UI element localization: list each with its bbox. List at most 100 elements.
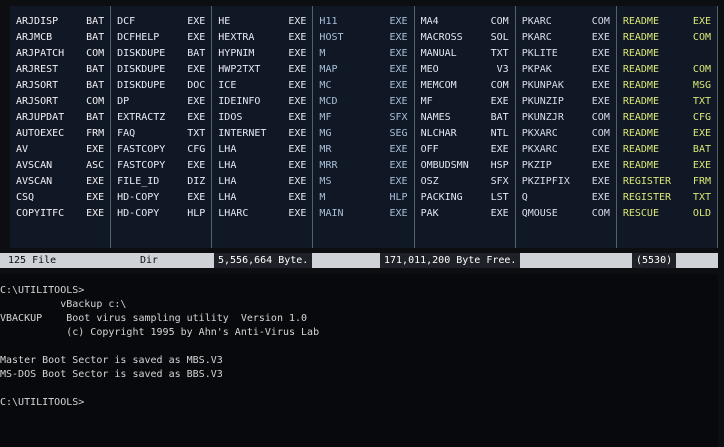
file-entry[interactable]: ARJDISP BAT bbox=[10, 14, 110, 30]
file-entry[interactable]: Q EXE bbox=[516, 190, 616, 206]
file-entry[interactable]: FASTCOPY EXE bbox=[111, 158, 211, 174]
file-entry[interactable]: DISKDUPE BAT bbox=[111, 46, 211, 62]
file-entry[interactable]: DCFHELP EXE bbox=[111, 30, 211, 46]
file-entry[interactable]: MAIN EXE bbox=[313, 206, 413, 222]
file-entry[interactable]: AVSCAN EXE bbox=[10, 174, 110, 190]
file-entry[interactable]: PKUNZIP EXE bbox=[516, 94, 616, 110]
file-entry[interactable]: MF EXE bbox=[415, 94, 515, 110]
file-extension: CFG bbox=[692, 112, 711, 123]
file-count: 125 File bbox=[8, 255, 57, 266]
file-entry[interactable]: ARJUPDAT BAT bbox=[10, 110, 110, 126]
file-entry[interactable]: HD-COPY EXE bbox=[111, 190, 211, 206]
file-entry[interactable]: DISKDUPE DOC bbox=[111, 78, 211, 94]
file-entry[interactable]: DP EXE bbox=[111, 94, 211, 110]
file-extension: CFG bbox=[187, 144, 206, 155]
file-entry[interactable]: ARJMCB BAT bbox=[10, 30, 110, 46]
file-entry[interactable]: PKPAK EXE bbox=[516, 62, 616, 78]
file-entry[interactable]: PKZIPFIX EXE bbox=[516, 174, 616, 190]
file-entry[interactable]: LHA EXE bbox=[212, 174, 312, 190]
file-entry[interactable]: REGISTER TXT bbox=[617, 190, 717, 206]
file-entry[interactable]: README bbox=[617, 46, 717, 62]
file-entry[interactable]: LHA EXE bbox=[212, 142, 312, 158]
file-entry[interactable]: IDOS EXE bbox=[212, 110, 312, 126]
file-entry[interactable]: ARJREST BAT bbox=[10, 62, 110, 78]
file-extension: SEG bbox=[389, 128, 408, 139]
file-name: PKPAK bbox=[521, 64, 552, 75]
file-entry[interactable]: ARJSORT BAT bbox=[10, 78, 110, 94]
file-entry[interactable]: README COM bbox=[617, 30, 717, 46]
file-entry[interactable]: README EXE bbox=[617, 158, 717, 174]
file-entry[interactable]: IDEINFO EXE bbox=[212, 94, 312, 110]
file-entry[interactable]: MG SEG bbox=[313, 126, 413, 142]
file-entry[interactable]: AV EXE bbox=[10, 142, 110, 158]
file-entry[interactable]: PKLITE EXE bbox=[516, 46, 616, 62]
file-entry[interactable]: MAP EXE bbox=[313, 62, 413, 78]
file-entry[interactable]: MS EXE bbox=[313, 174, 413, 190]
file-entry[interactable]: HOST EXE bbox=[313, 30, 413, 46]
file-entry[interactable]: ARJPATCH COM bbox=[10, 46, 110, 62]
file-entry[interactable]: MR EXE bbox=[313, 142, 413, 158]
file-entry[interactable]: PKUNZJR COM bbox=[516, 110, 616, 126]
file-entry[interactable]: HYPNIM EXE bbox=[212, 46, 312, 62]
file-entry[interactable]: DISKDUPE EXE bbox=[111, 62, 211, 78]
file-entry[interactable]: HE EXE bbox=[212, 14, 312, 30]
file-extension: EXE bbox=[389, 208, 408, 219]
file-entry[interactable]: NAMES BAT bbox=[415, 110, 515, 126]
file-entry[interactable]: README COM bbox=[617, 62, 717, 78]
file-entry[interactable]: INTERNET EXE bbox=[212, 126, 312, 142]
file-entry[interactable]: OMBUDSMN HSP bbox=[415, 158, 515, 174]
file-entry[interactable]: OSZ SFX bbox=[415, 174, 515, 190]
file-extension: COM bbox=[692, 64, 711, 75]
file-entry[interactable]: ICE EXE bbox=[212, 78, 312, 94]
file-entry[interactable]: LHARC EXE bbox=[212, 206, 312, 222]
file-entry[interactable]: H11 EXE bbox=[313, 14, 413, 30]
file-entry[interactable]: MACROSS SOL bbox=[415, 30, 515, 46]
file-entry[interactable]: PKZIP EXE bbox=[516, 158, 616, 174]
file-entry[interactable]: FILE_ID DIZ bbox=[111, 174, 211, 190]
file-name: H11 bbox=[319, 16, 338, 27]
file-entry[interactable]: COPYITFC EXE bbox=[10, 206, 110, 222]
file-entry[interactable]: M HLP bbox=[313, 190, 413, 206]
file-entry[interactable]: HD-COPY HLP bbox=[111, 206, 211, 222]
file-entry[interactable]: HEXTRA EXE bbox=[212, 30, 312, 46]
file-entry[interactable]: README TXT bbox=[617, 94, 717, 110]
file-entry[interactable]: MANUAL TXT bbox=[415, 46, 515, 62]
file-entry[interactable]: MA4 COM bbox=[415, 14, 515, 30]
file-entry[interactable]: NLCHAR NTL bbox=[415, 126, 515, 142]
file-entry[interactable]: PKARC COM bbox=[516, 14, 616, 30]
file-entry[interactable]: FASTCOPY CFG bbox=[111, 142, 211, 158]
file-entry[interactable]: PKXARC EXE bbox=[516, 142, 616, 158]
file-entry[interactable]: MEO V3 bbox=[415, 62, 515, 78]
file-entry[interactable]: PKARC EXE bbox=[516, 30, 616, 46]
file-entry[interactable]: HWP2TXT EXE bbox=[212, 62, 312, 78]
file-entry[interactable]: QMOUSE COM bbox=[516, 206, 616, 222]
file-entry[interactable]: DCF EXE bbox=[111, 14, 211, 30]
file-entry[interactable]: CSQ EXE bbox=[10, 190, 110, 206]
file-entry[interactable]: MEMCOM COM bbox=[415, 78, 515, 94]
file-entry[interactable]: LHA EXE bbox=[212, 158, 312, 174]
file-entry[interactable]: LHA EXE bbox=[212, 190, 312, 206]
console-output[interactable]: C:\UTILITOOLS> vBackup c:\ VBACKUP Boot v… bbox=[0, 274, 718, 447]
file-entry[interactable]: MC EXE bbox=[313, 78, 413, 94]
file-entry[interactable]: MF SFX bbox=[313, 110, 413, 126]
file-entry[interactable]: RESCUE OLD bbox=[617, 206, 717, 222]
file-entry[interactable]: README CFG bbox=[617, 110, 717, 126]
file-entry[interactable]: REGISTER FRM bbox=[617, 174, 717, 190]
file-entry[interactable]: PAK EXE bbox=[415, 206, 515, 222]
file-entry[interactable]: FAQ TXT bbox=[111, 126, 211, 142]
file-entry[interactable]: PKUNPAK EXE bbox=[516, 78, 616, 94]
file-entry[interactable]: EXTRACTZ EXE bbox=[111, 110, 211, 126]
file-entry[interactable]: README MSG bbox=[617, 78, 717, 94]
file-entry[interactable]: OFF EXE bbox=[415, 142, 515, 158]
file-entry[interactable]: AVSCAN ASC bbox=[10, 158, 110, 174]
file-entry[interactable]: PKXARC COM bbox=[516, 126, 616, 142]
file-entry[interactable]: PACKING LST bbox=[415, 190, 515, 206]
file-entry[interactable]: MCD EXE bbox=[313, 94, 413, 110]
file-entry[interactable]: ARJSORT COM bbox=[10, 94, 110, 110]
file-entry[interactable]: README BAT bbox=[617, 142, 717, 158]
file-entry[interactable]: README EXE bbox=[617, 126, 717, 142]
file-entry[interactable]: AUTOEXEC FRM bbox=[10, 126, 110, 142]
file-entry[interactable]: MRR EXE bbox=[313, 158, 413, 174]
file-entry[interactable]: M EXE bbox=[313, 46, 413, 62]
file-entry[interactable]: README EXE bbox=[617, 14, 717, 30]
